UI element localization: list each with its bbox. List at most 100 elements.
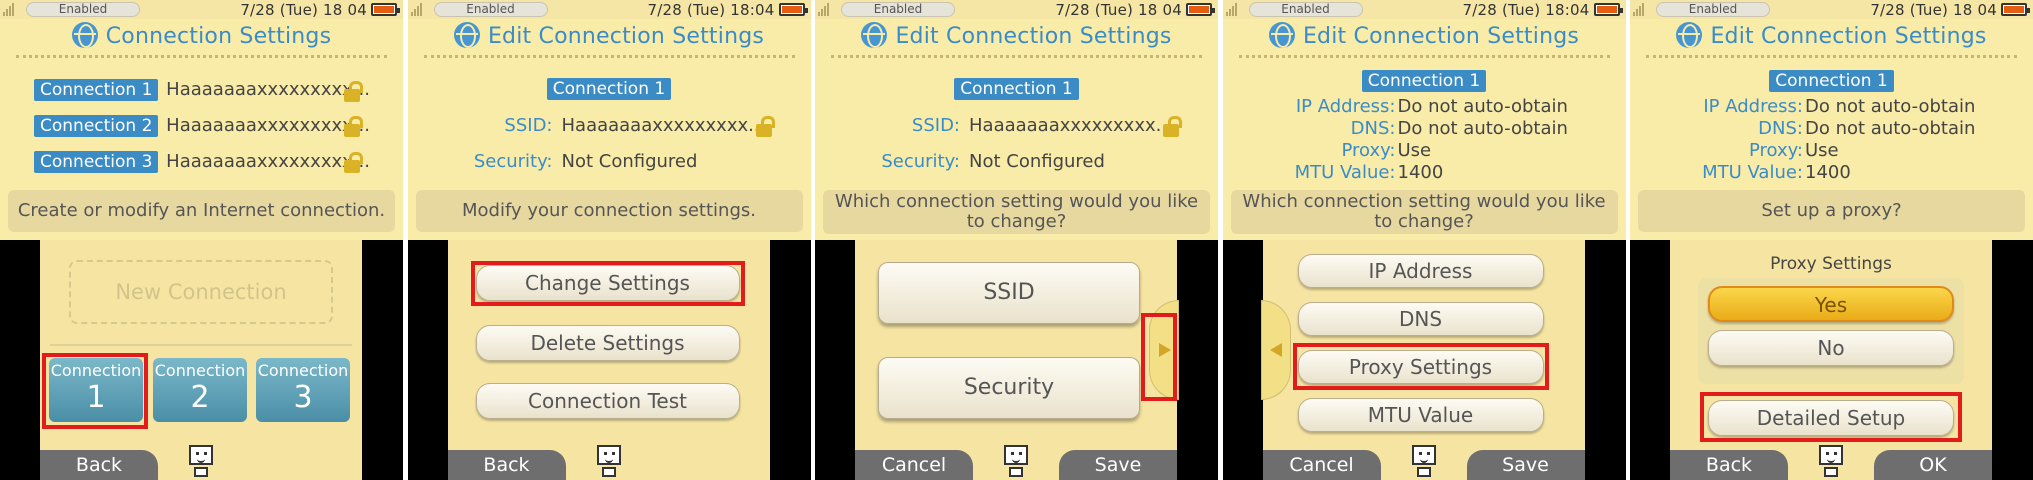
panel-proxy-settings: Enabled 7/28 (Tue) 18 04 Edit Connection… xyxy=(1630,0,2033,480)
ssid-button[interactable]: SSID xyxy=(878,262,1140,324)
status-bar: Enabled 7/28 (Tue) 18 04 xyxy=(1630,0,2033,19)
clock: 7/28 (Tue) 18:04 xyxy=(1462,1,1590,19)
wireless-status: Enabled xyxy=(1656,2,1770,17)
top-screen: Enabled 7/28 (Tue) 18 04 Connection Sett… xyxy=(0,0,403,240)
connection-tag-wrap: Connection 1 xyxy=(1223,70,1626,92)
mascot-face-icon xyxy=(1001,445,1031,477)
top-screen: Enabled 7/28 (Tue) 18 04 Edit Connection… xyxy=(815,0,1218,240)
connection-row-1: Connection 1 Haaaaaaaxxxxxxxxx... xyxy=(34,79,370,101)
bottom-screen: New Connection Connection 1 Connection 2 C… xyxy=(0,240,403,480)
divider xyxy=(1646,55,2017,58)
connection-ssid: Haaaaaaaxxxxxxxxx... xyxy=(166,79,370,100)
globe-wrench-icon xyxy=(1268,22,1295,48)
page-title: Connection Settings xyxy=(0,22,403,49)
globe-wrench-icon xyxy=(861,22,888,48)
page-title: Edit Connection Settings xyxy=(1223,22,1626,49)
no-button[interactable]: No xyxy=(1708,330,1954,366)
mtu-value-row: MTU Value: 1400 xyxy=(1702,162,1851,183)
status-bar: Enabled 7/28 (Tue) 18:04 xyxy=(407,0,811,19)
unlock-icon xyxy=(344,81,363,102)
dns-row: DNS: Do not auto-obtain xyxy=(1350,118,1568,139)
back-button[interactable]: Back xyxy=(447,450,566,480)
clock: 7/28 (Tue) 18 04 xyxy=(1055,1,1182,19)
cancel-button[interactable]: Cancel xyxy=(1262,450,1381,480)
highlight-box xyxy=(1700,392,1962,442)
wireless-status: Enabled xyxy=(433,2,548,17)
proxy-settings-heading: Proxy Settings xyxy=(1770,254,1892,274)
top-screen: Enabled 7/28 (Tue) 18:04 Edit Connection… xyxy=(407,0,811,240)
ip-address-row: IP Address: Do not auto-obtain xyxy=(1295,96,1568,117)
signal-icon xyxy=(410,2,423,16)
back-button[interactable]: Back xyxy=(1670,450,1788,480)
touch-area: SSID Security xyxy=(855,240,1179,480)
previous-page-arrow[interactable] xyxy=(1260,300,1291,400)
wireless-status: Enabled xyxy=(26,2,140,17)
unlock-icon xyxy=(344,116,363,137)
clock: 7/28 (Tue) 18:04 xyxy=(647,1,775,19)
save-button[interactable]: Save xyxy=(1466,450,1585,480)
battery-icon xyxy=(1186,3,1215,16)
status-bar: Enabled 7/28 (Tue) 18 04 xyxy=(815,0,1218,19)
page-title: Edit Connection Settings xyxy=(815,22,1218,49)
dns-button[interactable]: DNS xyxy=(1297,302,1544,336)
connection-tag-wrap: Connection 1 xyxy=(1630,70,2033,92)
arrow-left-icon xyxy=(1269,343,1282,357)
message-banner: Set up a proxy? xyxy=(1638,190,2025,232)
mascot-face-icon xyxy=(594,445,624,477)
dns-row: DNS: Do not auto-obtain xyxy=(1758,118,1976,139)
bottom-screen: IP Address DNS Proxy Settings MTU Value … xyxy=(1222,240,1626,480)
touch-area: Change Settings Delete Settings Connecti… xyxy=(447,240,770,480)
wireless-status: Enabled xyxy=(1248,2,1363,17)
mtu-value-row: MTU Value: 1400 xyxy=(1294,162,1444,183)
connection-test-button[interactable]: Connection Test xyxy=(475,383,740,419)
mascot-face-icon xyxy=(186,445,216,477)
status-bar: Enabled 7/28 (Tue) 18:04 xyxy=(1222,0,1626,19)
divider xyxy=(1238,55,1610,58)
mtu-value-button[interactable]: MTU Value xyxy=(1297,398,1544,432)
security-button[interactable]: Security xyxy=(878,357,1140,419)
page-title: Edit Connection Settings xyxy=(408,22,811,49)
back-button[interactable]: Back xyxy=(40,450,158,480)
connection-tag: Connection 3 xyxy=(34,151,159,173)
delete-settings-button[interactable]: Delete Settings xyxy=(475,325,740,361)
touch-area: IP Address DNS Proxy Settings MTU Value xyxy=(1260,240,1585,480)
top-screen: Enabled 7/28 (Tue) 18 04 Edit Connection… xyxy=(1630,0,2033,240)
security-row: Security: Not Configured xyxy=(473,151,698,172)
mascot-face-icon xyxy=(1816,445,1846,477)
globe-wrench-icon xyxy=(71,22,98,48)
clock: 7/28 (Tue) 18 04 xyxy=(1870,1,1997,19)
connection-ssid: Haaaaaaaxxxxxxxxx... xyxy=(166,151,370,172)
panel-choose-setting-page1: Enabled 7/28 (Tue) 18 04 Edit Connection… xyxy=(815,0,1218,480)
connection-tag: Connection 1 xyxy=(954,78,1079,100)
cancel-button[interactable]: Cancel xyxy=(855,450,973,480)
connection-tag: Connection 1 xyxy=(34,79,159,101)
panel-choose-setting-page2: Enabled 7/28 (Tue) 18:04 Edit Connection… xyxy=(1222,0,1626,480)
connection-slot-2-button[interactable]: Connection 2 xyxy=(153,358,247,422)
highlight-box xyxy=(470,261,745,306)
signal-icon xyxy=(1225,2,1238,16)
ok-button[interactable]: OK xyxy=(1874,450,1992,480)
connection-ssid: Haaaaaaaxxxxxxxxx... xyxy=(166,115,370,136)
save-button[interactable]: Save xyxy=(1059,450,1177,480)
unlock-icon xyxy=(755,116,775,137)
connection-tag: Connection 1 xyxy=(1361,70,1487,92)
globe-wrench-icon xyxy=(1676,22,1703,48)
battery-icon xyxy=(1593,3,1623,16)
new-connection-button[interactable]: New Connection xyxy=(69,260,333,324)
connection-tag: Connection 2 xyxy=(34,115,159,137)
battery-icon xyxy=(778,3,808,16)
divider xyxy=(16,55,387,58)
signal-icon xyxy=(3,2,15,16)
connection-slot-3-button[interactable]: Connection 3 xyxy=(256,358,350,422)
highlight-box xyxy=(42,353,148,429)
divider xyxy=(50,344,352,346)
battery-icon xyxy=(371,3,400,16)
connection-row-2: Connection 2 Haaaaaaaxxxxxxxxx... xyxy=(34,115,370,137)
yes-button[interactable]: Yes xyxy=(1708,286,1954,322)
connection-row-3: Connection 3 Haaaaaaaxxxxxxxxx... xyxy=(34,151,370,173)
unlock-icon xyxy=(344,152,363,173)
ip-address-button[interactable]: IP Address xyxy=(1297,254,1544,288)
signal-icon xyxy=(1633,2,1645,16)
message-banner: Which connection setting would you like … xyxy=(1230,190,1618,234)
battery-icon xyxy=(2001,3,2030,16)
